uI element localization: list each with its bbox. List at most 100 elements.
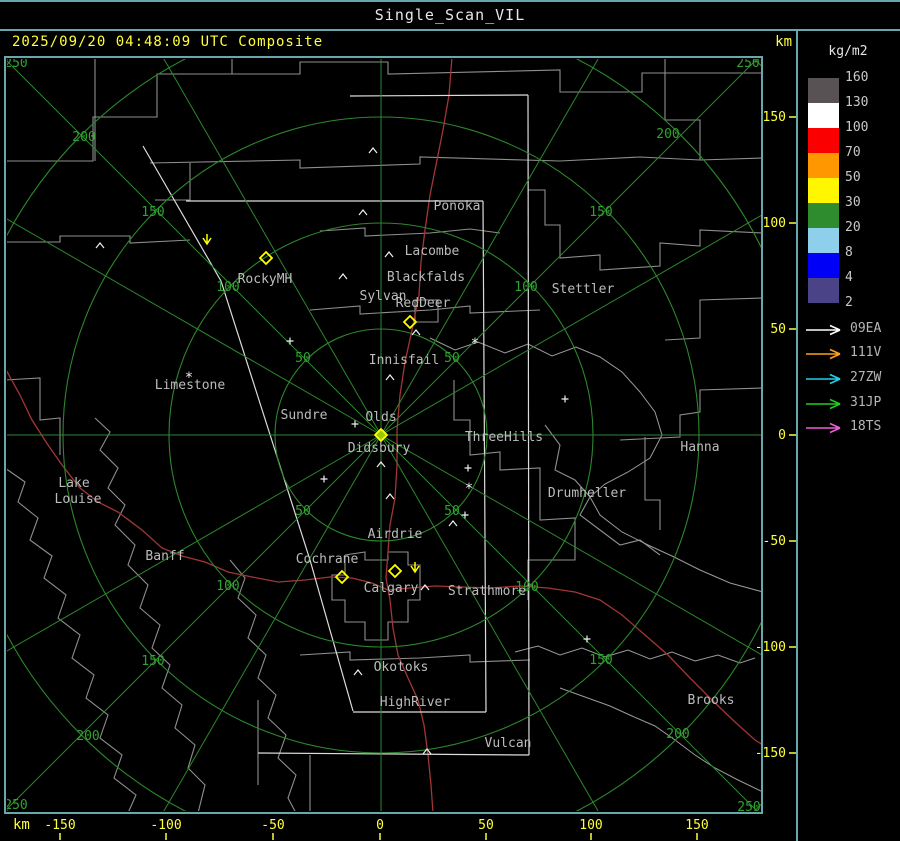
ring-distance-label: 200 (76, 729, 99, 744)
ring-distance-label: 150 (589, 653, 612, 668)
ring-distance-label: 150 (589, 205, 612, 220)
storm-arrow-marker (410, 562, 420, 574)
ring-distance-label: 50 (444, 351, 460, 366)
coverage-outline (349, 94, 529, 97)
caret-marker (384, 251, 394, 258)
city-label: Blackfalds (387, 270, 465, 285)
bottom-axis-tick-label: -100 (150, 818, 181, 833)
bottom-axis-tick-label: 100 (579, 818, 602, 833)
city-label: Brooks (688, 693, 735, 708)
ring-distance-label: 100 (514, 280, 537, 295)
ring-distance-label: 150 (141, 654, 164, 669)
county-boundary (319, 227, 501, 237)
city-label: Innisfail (369, 353, 439, 368)
legend-arrow-row (804, 346, 850, 360)
radar-arrow-icon (806, 348, 841, 360)
plus-marker (583, 635, 591, 643)
storm-arrow-marker (202, 234, 212, 246)
radar-id-label: 31JP (850, 395, 882, 410)
radar-viewer-window: Single_Scan_VIL 2025/09/20 04:48:09 UTC … (0, 0, 900, 841)
radar-id-label: 18TS (850, 419, 882, 434)
radial-line (380, 434, 761, 655)
ring-distance-label: 50 (295, 351, 311, 366)
ring-distance-label: 50 (444, 504, 460, 519)
county-boundary (7, 61, 761, 162)
radial-line (163, 434, 382, 811)
header-row: 2025/09/20 04:48:09 UTC Composite km (0, 31, 796, 56)
asterisk-marker: * (465, 481, 473, 497)
caret-marker (368, 147, 378, 154)
bottom-axis-tick-label: 150 (685, 818, 708, 833)
city-label: Drumheller (548, 486, 626, 501)
bottom-axis-tick-label: 50 (478, 818, 494, 833)
legend-arrow-row (804, 322, 850, 336)
range-ring (7, 59, 761, 811)
radar-arrow-icon (806, 373, 841, 385)
legend-color-box (808, 253, 839, 278)
window-title: Single_Scan_VIL (374, 6, 526, 24)
right-axis-tick-label: -50 (763, 534, 786, 549)
city-label: Sundre (281, 408, 328, 423)
plus-marker (461, 511, 469, 519)
right-axis-tick-label: 100 (763, 216, 786, 231)
legend-tick-value: 70 (845, 145, 861, 160)
city-label: Calgary (364, 581, 419, 596)
city-label: Strathmore (448, 584, 526, 599)
bottom-axis-tick-label: 0 (376, 818, 384, 833)
city-label: Airdrie (368, 527, 423, 542)
city-label: Louise (55, 492, 102, 507)
city-label: Banff (145, 549, 184, 564)
county-boundary (619, 387, 761, 441)
bottom-axis-tick-label: -150 (44, 818, 75, 833)
county-boundary (644, 437, 661, 530)
city-label: HighRiver (380, 695, 451, 710)
city-label: ThreeHills (465, 430, 543, 445)
county-boundary (94, 417, 206, 811)
legend-arrow-row (804, 371, 850, 385)
radar-id-label: 09EA (850, 321, 882, 336)
caret-marker (338, 273, 348, 280)
radar-arrow-icon (806, 422, 841, 434)
river-line (429, 337, 761, 592)
radar-arrow-icon (806, 324, 841, 336)
ring-distance-label: 250 (4, 798, 27, 813)
caret-marker (353, 669, 363, 676)
legend-color-box (808, 278, 839, 303)
legend-tick-value: 30 (845, 195, 861, 210)
legend-tick-value: 50 (845, 170, 861, 185)
site-diamond-marker (387, 563, 403, 579)
bottom-axis-unit-label: km (13, 817, 30, 833)
right-axis-tick-label: -150 (755, 746, 786, 761)
right-axis-unit-label: km (775, 34, 792, 50)
city-label: RockyMH (238, 272, 293, 287)
radial-line (7, 218, 382, 436)
ring-distance-label: 100 (216, 280, 239, 295)
legend-color-box (808, 178, 839, 203)
right-axis-tick-label: 150 (763, 110, 786, 125)
legend-color-box (808, 203, 839, 228)
legend-tick-value: 4 (845, 270, 853, 285)
ring-distance-label: 200 (72, 130, 95, 145)
legend-tick-value: 160 (845, 70, 869, 85)
right-axis-tick-label: 50 (770, 322, 786, 337)
legend-divider-line (796, 29, 798, 841)
caret-marker (358, 209, 368, 216)
ring-distance-label: 200 (666, 727, 689, 742)
legend-arrow-row (804, 420, 850, 434)
radar-map: 50 50 50 50 100 100 100 100 150 150 150 150 200 200 20… (4, 56, 796, 840)
plus-marker (320, 475, 328, 483)
county-boundary (149, 156, 761, 169)
legend-color-box (808, 103, 839, 128)
county-boundary (229, 559, 297, 811)
caret-marker (411, 329, 421, 336)
radar-id-label: 27ZW (850, 370, 882, 385)
asterisk-marker: * (471, 336, 479, 352)
asterisk-marker: * (185, 370, 193, 386)
map-content-layer: 50 5050 50100 100100 100150 150150 150200 20020… (4, 59, 761, 813)
legend-tick-value: 8 (845, 245, 853, 260)
right-axis-tick-label: -100 (755, 640, 786, 655)
plus-marker (286, 337, 294, 345)
legend-color-box (808, 153, 839, 178)
legend-color-box (808, 128, 839, 153)
caret-marker (385, 374, 395, 381)
